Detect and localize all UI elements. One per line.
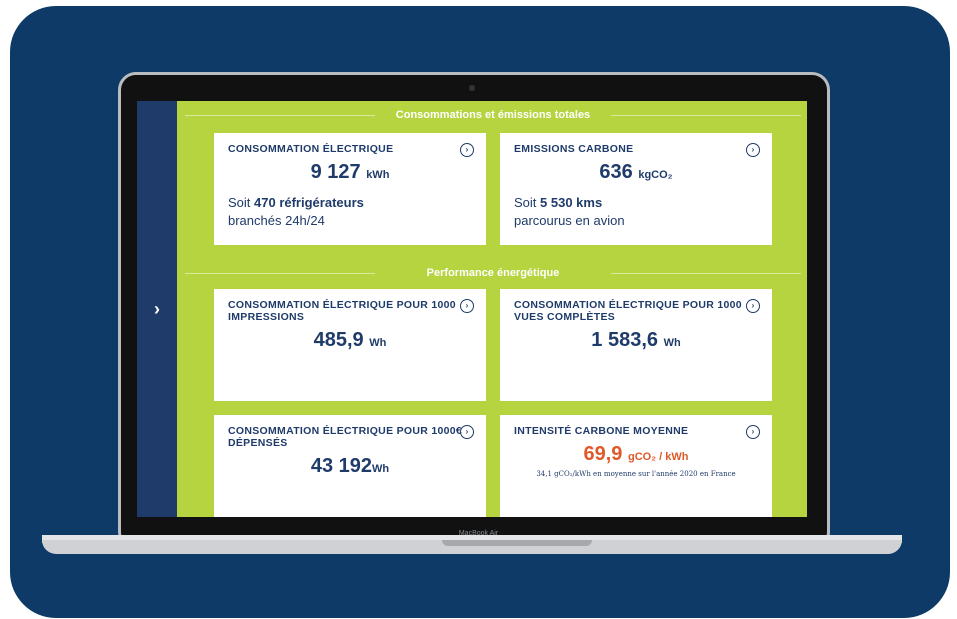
- card-equivalent: Soit 470 réfrigérateurs branchés 24h/24: [228, 195, 364, 228]
- circle-chevron-right-icon[interactable]: ›: [460, 143, 474, 157]
- card-carbon-intensity: INTENSITÉ CARBONE MOYENNE › 69,9 gCO₂ / …: [500, 415, 772, 517]
- sidebar-toggle[interactable]: ›: [137, 101, 177, 517]
- card-value: 69,9 gCO₂ / kWh: [583, 443, 689, 465]
- dashboard-screen: › Consommations et émissions totales CON…: [137, 101, 807, 517]
- card-note: 34,1 gCO₂/kWh en moyenne sur l'année 202…: [536, 470, 736, 478]
- card-electric-consumption: CONSOMMATION ÉLECTRIQUE › 9 127 kWh Soit…: [214, 133, 486, 245]
- card-value: 485,9 Wh: [313, 329, 387, 351]
- card-per-1000-impressions: CONSOMMATION ÉLECTRIQUE POUR 1000 IMPRES…: [214, 289, 486, 401]
- card-per-1000-spent: CONSOMMATION ÉLECTRIQUE POUR 1000€ DÉPEN…: [214, 415, 486, 517]
- laptop-notch: [442, 540, 592, 546]
- card-value: 9 127 kWh: [310, 161, 390, 183]
- chevron-right-icon: ›: [154, 298, 160, 319]
- card-title: EMISSIONS CARBONE: [514, 143, 634, 155]
- section-title-performance: Performance énergétique: [185, 267, 801, 279]
- card-per-1000-views: CONSOMMATION ÉLECTRIQUE POUR 1000 VUES C…: [500, 289, 772, 401]
- circle-chevron-right-icon[interactable]: ›: [746, 425, 760, 439]
- device-label: MacBook Air: [458, 530, 499, 537]
- card-title: CONSOMMATION ÉLECTRIQUE: [228, 143, 394, 155]
- card-carbon-emissions: EMISSIONS CARBONE › 636 kgCO₂ Soit 5 530…: [500, 133, 772, 245]
- laptop-base: [42, 540, 902, 554]
- card-value: 636 kgCO₂: [599, 161, 673, 183]
- card-title: CONSOMMATION ÉLECTRIQUE POUR 1000€ DÉPEN…: [228, 425, 463, 449]
- card-equivalent: Soit 5 530 kms parcourus en avion: [514, 195, 625, 228]
- card-title: CONSOMMATION ÉLECTRIQUE POUR 1000 VUES C…: [514, 299, 742, 323]
- card-value: 1 583,6 Wh: [591, 329, 681, 351]
- card-value: 43 192Wh: [310, 455, 390, 477]
- card-title: CONSOMMATION ÉLECTRIQUE POUR 1000 IMPRES…: [228, 299, 456, 323]
- card-title: INTENSITÉ CARBONE MOYENNE: [514, 425, 689, 437]
- circle-chevron-right-icon[interactable]: ›: [460, 299, 474, 313]
- section-title-totals: Consommations et émissions totales: [185, 109, 801, 121]
- circle-chevron-right-icon[interactable]: ›: [460, 425, 474, 439]
- camera: [469, 85, 475, 91]
- circle-chevron-right-icon[interactable]: ›: [746, 299, 760, 313]
- circle-chevron-right-icon[interactable]: ›: [746, 143, 760, 157]
